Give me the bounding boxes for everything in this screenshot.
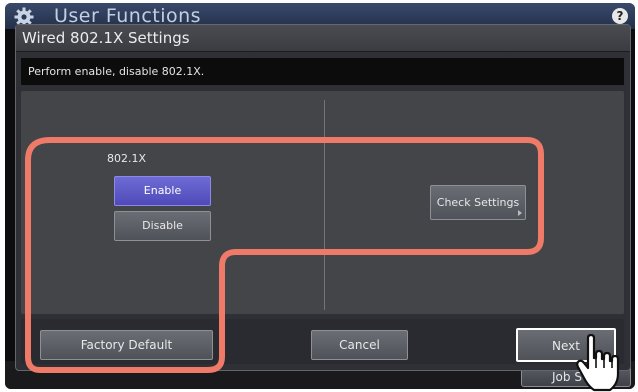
submenu-arrow-icon [518, 210, 522, 216]
enable-button[interactable]: Enable [114, 176, 211, 206]
device-screen: User Functions ? Job S Wired 802.1X Sett… [5, 3, 635, 389]
settings-panel [21, 91, 624, 314]
wired-8021x-dialog: Wired 802.1X Settings Perform enable, di… [15, 24, 631, 371]
dialog-title: Wired 802.1X Settings [16, 25, 630, 52]
pointing-hand-icon [576, 334, 620, 392]
check-settings-button[interactable]: Check Settings [430, 185, 526, 220]
disable-button[interactable]: Disable [114, 211, 211, 241]
info-message: Perform enable, disable 802.1X. [21, 58, 624, 85]
panel-divider [324, 100, 325, 310]
help-icon[interactable]: ? [612, 8, 628, 24]
factory-default-button[interactable]: Factory Default [40, 330, 213, 360]
cancel-button[interactable]: Cancel [311, 330, 408, 360]
check-settings-label: Check Settings [436, 196, 520, 209]
setting-label-8021x: 802.1X [107, 152, 147, 165]
